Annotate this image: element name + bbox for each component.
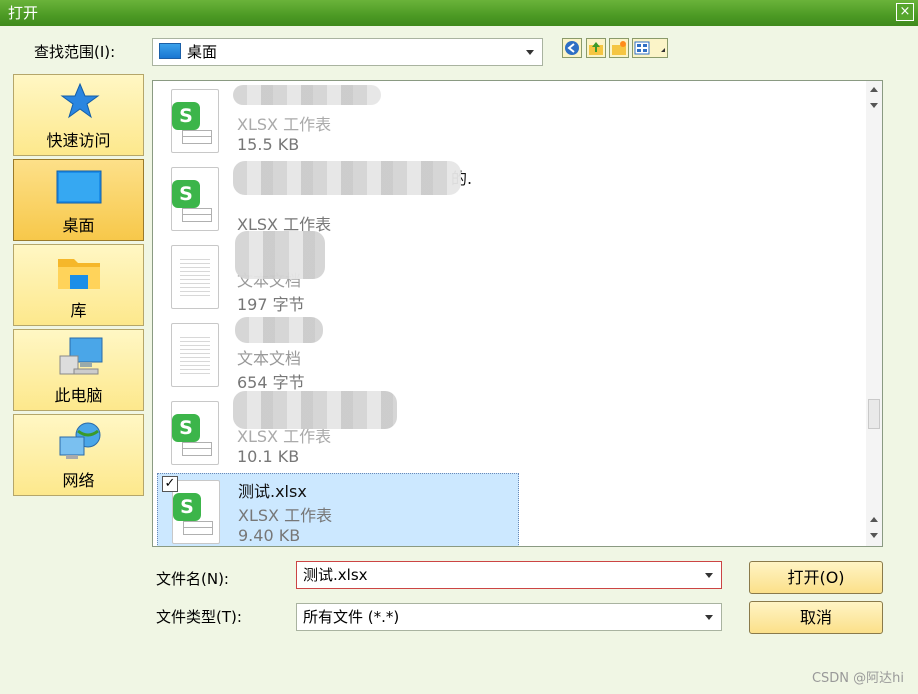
list-item[interactable]: 文本文档 197 字节 — [157, 231, 519, 315]
close-button[interactable]: × — [896, 3, 914, 21]
filename-value: 测试.xlsx — [303, 566, 368, 584]
view-menu-icon — [634, 41, 665, 55]
file-size: 9.40 KB — [238, 526, 301, 545]
filename-input[interactable]: 测试.xlsx — [296, 561, 722, 589]
list-item-selected[interactable]: S ✓ 测试.xlsx XLSX 工作表 9.40 KB — [157, 473, 519, 546]
places-quick-access[interactable]: 快速访问 — [13, 74, 144, 156]
file-size: 10.1 KB — [237, 447, 300, 466]
lookin-select[interactable]: 桌面 — [152, 38, 543, 66]
places-label: 网络 — [62, 471, 95, 490]
file-list[interactable]: S XLSX 工作表 15.5 KB S 的. XLSX 工作表 文本文档 19… — [152, 80, 883, 547]
scroll-down-icon[interactable] — [870, 103, 878, 108]
item-checkbox[interactable]: ✓ — [162, 476, 178, 492]
up-folder-icon — [589, 42, 603, 55]
folder-icon — [58, 259, 100, 289]
new-folder-button[interactable] — [609, 38, 629, 58]
view-menu-button[interactable] — [632, 38, 668, 58]
spreadsheet-icon: S — [171, 167, 219, 231]
redacted-name — [233, 391, 397, 429]
places-label: 桌面 — [62, 216, 95, 235]
places-label: 快速访问 — [46, 131, 111, 150]
list-item[interactable]: S XLSX 工作表 10.1 KB — [157, 391, 519, 471]
title-bar: 打开 × — [0, 0, 918, 26]
cancel-button[interactable]: 取消 — [749, 601, 883, 634]
file-size: 15.5 KB — [237, 135, 300, 154]
vertical-scrollbar[interactable] — [866, 81, 882, 546]
file-type: XLSX 工作表 — [238, 506, 333, 525]
scroll-down-icon[interactable] — [870, 533, 878, 538]
list-item[interactable]: S XLSX 工作表 15.5 KB — [157, 83, 519, 159]
filetype-select[interactable]: 所有文件 (*.*) — [296, 603, 722, 631]
list-item[interactable]: S 的. XLSX 工作表 — [157, 161, 519, 237]
scroll-up-icon[interactable] — [870, 517, 878, 522]
filename-label: 文件名(N): — [156, 570, 229, 588]
window-title: 打开 — [8, 4, 39, 22]
text-document-icon — [171, 245, 219, 309]
redacted-name — [235, 317, 323, 343]
file-size: 654 字节 — [237, 373, 305, 392]
redacted-name — [233, 161, 461, 195]
file-name: 测试.xlsx — [238, 482, 307, 501]
file-type: 文本文档 — [237, 349, 302, 368]
back-arrow-icon — [565, 41, 579, 55]
chevron-down-icon — [526, 50, 534, 55]
spreadsheet-icon: S — [172, 480, 220, 544]
places-label: 库 — [70, 301, 87, 320]
file-type: XLSX 工作表 — [237, 115, 332, 134]
redacted-name — [233, 85, 381, 105]
lookin-label: 查找范围(I): — [34, 43, 116, 61]
up-folder-button[interactable] — [586, 38, 606, 58]
places-library[interactable]: 库 — [13, 244, 144, 326]
desktop-mini-icon — [159, 43, 181, 59]
watermark: CSDN @阿达hi — [811, 671, 904, 686]
new-folder-icon — [612, 41, 626, 55]
chevron-down-icon[interactable] — [705, 573, 713, 578]
places-label: 此电脑 — [54, 386, 103, 405]
places-this-pc[interactable]: 此电脑 — [13, 329, 144, 411]
chevron-down-icon — [705, 615, 713, 620]
computer-icon — [59, 337, 103, 375]
filetype-label: 文件类型(T): — [156, 608, 242, 626]
open-button[interactable]: 打开(O) — [749, 561, 883, 594]
back-button[interactable] — [562, 38, 582, 58]
filetype-value: 所有文件 (*.*) — [303, 608, 400, 626]
network-icon — [59, 422, 101, 459]
spreadsheet-icon: S — [171, 89, 219, 153]
list-item[interactable]: 文本文档 654 字节 — [157, 317, 519, 393]
file-size: 197 字节 — [237, 295, 305, 314]
star-icon — [60, 82, 100, 119]
redacted-name — [235, 231, 325, 279]
lookin-value: 桌面 — [187, 43, 218, 61]
text-document-icon — [171, 323, 219, 387]
places-desktop[interactable]: 桌面 — [13, 159, 144, 241]
scrollbar-thumb[interactable] — [868, 399, 880, 429]
spreadsheet-icon: S — [171, 401, 219, 465]
places-network[interactable]: 网络 — [13, 414, 144, 496]
desktop-icon — [56, 170, 102, 204]
scroll-up-icon[interactable] — [870, 87, 878, 92]
